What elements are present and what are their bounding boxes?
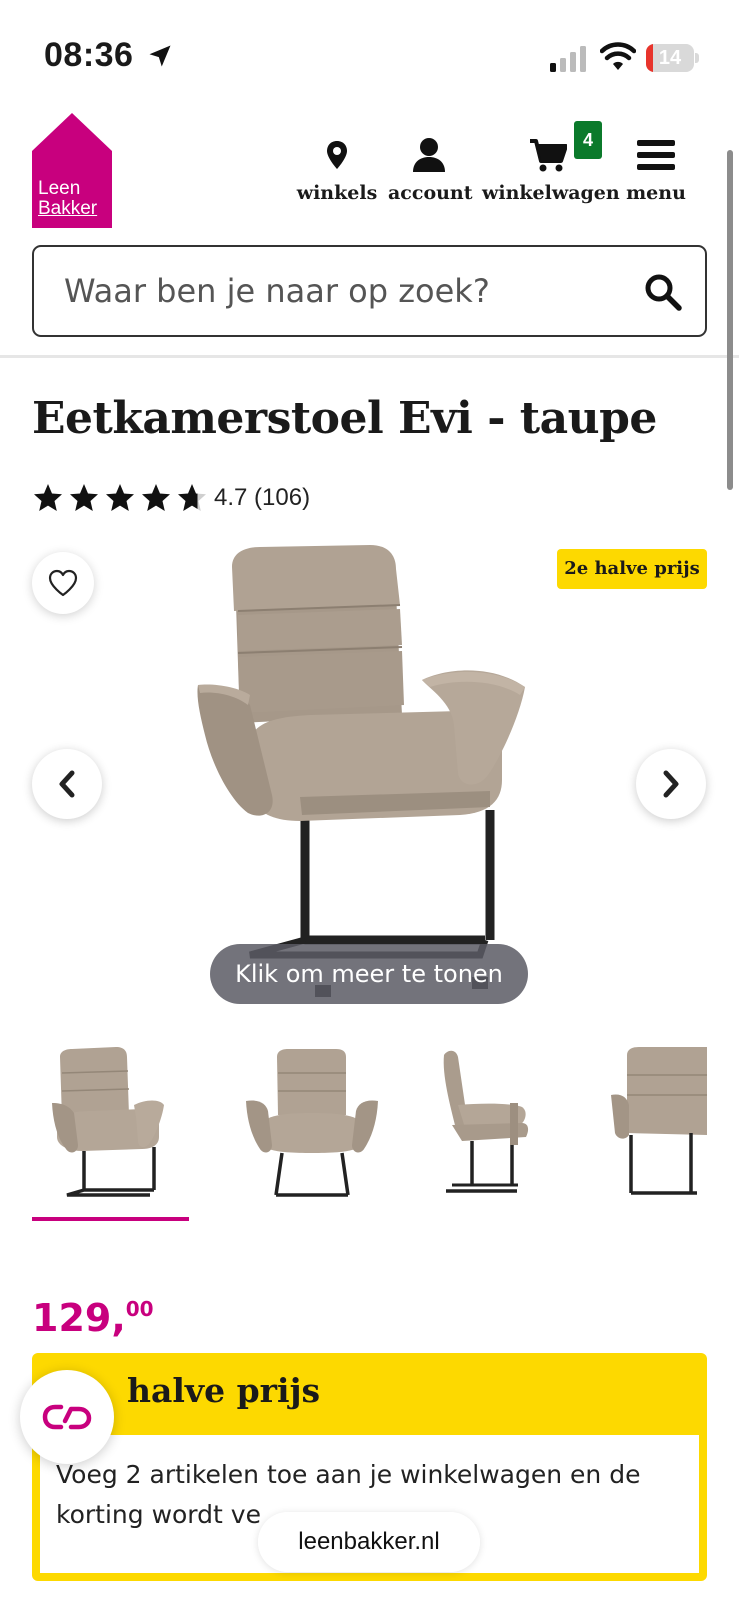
location-arrow-icon: [149, 45, 171, 67]
cart-icon: [530, 139, 567, 172]
rating-stars: [32, 482, 208, 514]
thumbnail-front-three-quarter[interactable]: [32, 1045, 192, 1215]
search-input[interactable]: [64, 247, 624, 335]
thumbnail-strip: [32, 1045, 707, 1220]
gallery-next-button[interactable]: [636, 749, 706, 819]
nav-cart-label: winkelwagen: [482, 182, 620, 204]
price-cents: 00: [125, 1297, 154, 1321]
hamburger-icon: [637, 140, 675, 170]
product-title: Eetkamerstoel Evi - taupe: [32, 393, 657, 444]
location-pin-icon: [327, 141, 347, 169]
page-scrollbar[interactable]: [727, 150, 733, 490]
signal-icon: [550, 46, 586, 72]
logo-text-line2: Bakker: [38, 198, 98, 219]
heart-icon: [48, 569, 78, 597]
user-icon: [413, 138, 445, 172]
thumbnail-selected-indicator: [32, 1217, 189, 1221]
chat-button[interactable]: [20, 1370, 114, 1464]
nav-stores[interactable]: winkels: [294, 130, 380, 204]
search-bar: [32, 245, 707, 337]
star-icon: [142, 484, 170, 511]
promo-title: halve prijs: [127, 1371, 321, 1410]
show-more-button[interactable]: Klik om meer te tonen: [210, 944, 528, 1004]
nav-menu-label: menu: [626, 182, 686, 204]
thumbnail-side[interactable]: [422, 1045, 582, 1215]
nav-stores-label: winkels: [296, 182, 378, 204]
logo-text-line1: Leen: [38, 178, 81, 199]
nav-menu[interactable]: menu: [626, 130, 686, 204]
chevron-left-icon: [59, 770, 75, 798]
nav-account[interactable]: account: [388, 130, 473, 204]
status-time: 08:36: [44, 36, 134, 74]
thumbnail-back-three-quarter[interactable]: [607, 1045, 707, 1215]
nav-account-label: account: [388, 182, 473, 204]
wifi-icon: [600, 42, 636, 70]
search-icon[interactable]: [642, 271, 684, 313]
gallery-prev-button[interactable]: [32, 749, 102, 819]
price-main: 129,: [32, 1296, 126, 1340]
product-rating[interactable]: 4.7 (106): [32, 482, 310, 514]
star-icon: [106, 484, 134, 511]
cart-count-badge: 4: [574, 121, 602, 159]
thumbnail-front[interactable]: [232, 1045, 392, 1215]
status-bar: 08:36 14: [0, 0, 739, 110]
battery-icon: 14: [646, 44, 699, 72]
header-divider: [0, 355, 739, 358]
product-price: 129,00: [32, 1296, 154, 1340]
promo-badge: 2e halve prijs: [557, 549, 707, 589]
star-icon: [70, 484, 98, 511]
browser-url-bar[interactable]: leenbakker.nl: [258, 1512, 480, 1572]
chat-icon: [42, 1404, 92, 1430]
chevron-right-icon: [663, 770, 679, 798]
star-icon: [34, 484, 62, 511]
favorite-button[interactable]: [32, 552, 94, 614]
star-icon: [178, 484, 206, 511]
rating-text: 4.7 (106): [214, 484, 311, 511]
battery-percentage: 14: [658, 47, 682, 69]
leen-bakker-logo[interactable]: Leen Bakker: [32, 113, 112, 228]
